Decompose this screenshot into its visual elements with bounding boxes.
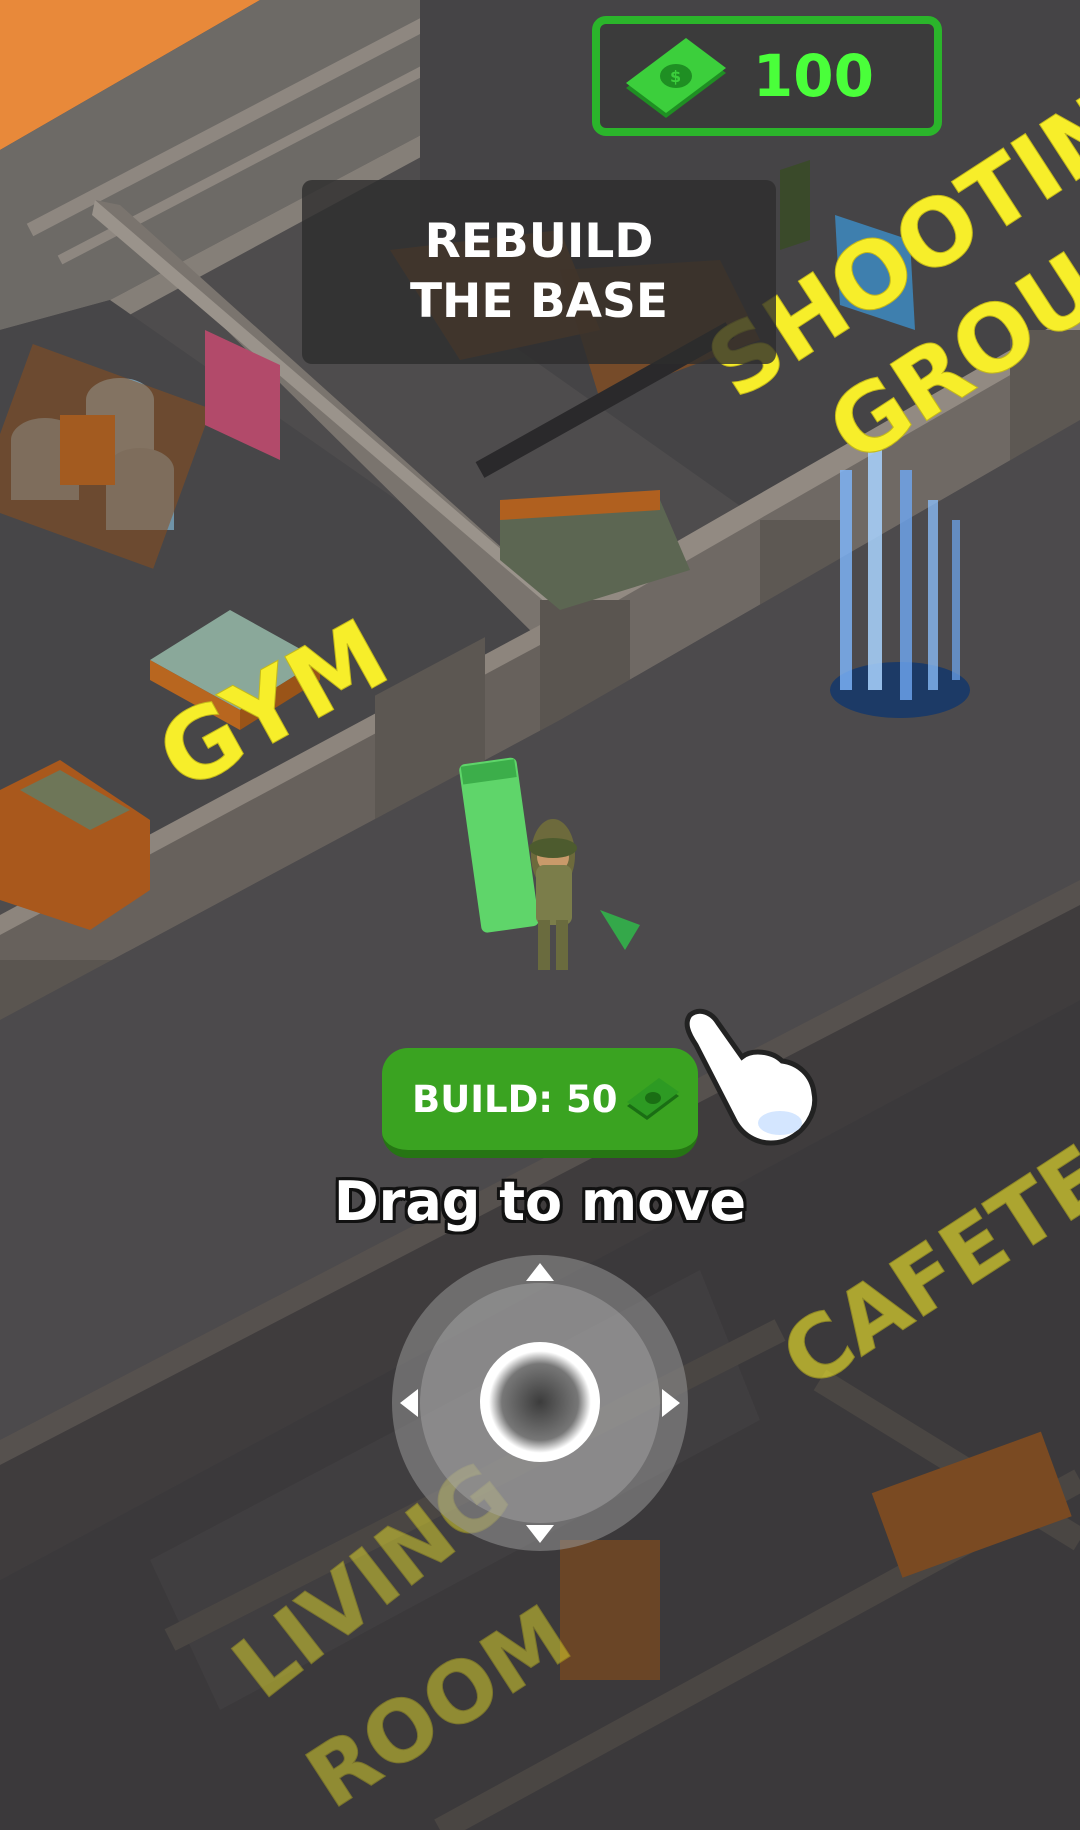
tutorial-hint: Drag to move — [333, 1170, 747, 1233]
cash-bill-icon — [627, 1078, 680, 1120]
arrow-up-icon — [526, 1263, 554, 1281]
money-counter: $ 100 — [592, 16, 942, 136]
poster — [780, 160, 810, 250]
svg-text:$: $ — [670, 67, 681, 86]
cash-bill-icon: $ — [626, 38, 726, 118]
objective-banner: REBUILD THE BASE — [302, 180, 776, 364]
pointing-hand-icon — [684, 1008, 818, 1146]
build-button-label: BUILD: 50 — [412, 1077, 618, 1121]
objective-line1: REBUILD — [424, 214, 654, 269]
arrow-down-icon — [526, 1525, 554, 1543]
joystick-knob[interactable] — [480, 1342, 600, 1462]
arrow-left-icon — [400, 1389, 418, 1417]
arrow-right-icon — [662, 1389, 680, 1417]
objective-line2: THE BASE — [409, 274, 669, 329]
build-button[interactable]: BUILD: 50 — [382, 1048, 698, 1158]
money-amount: 100 — [752, 42, 874, 110]
